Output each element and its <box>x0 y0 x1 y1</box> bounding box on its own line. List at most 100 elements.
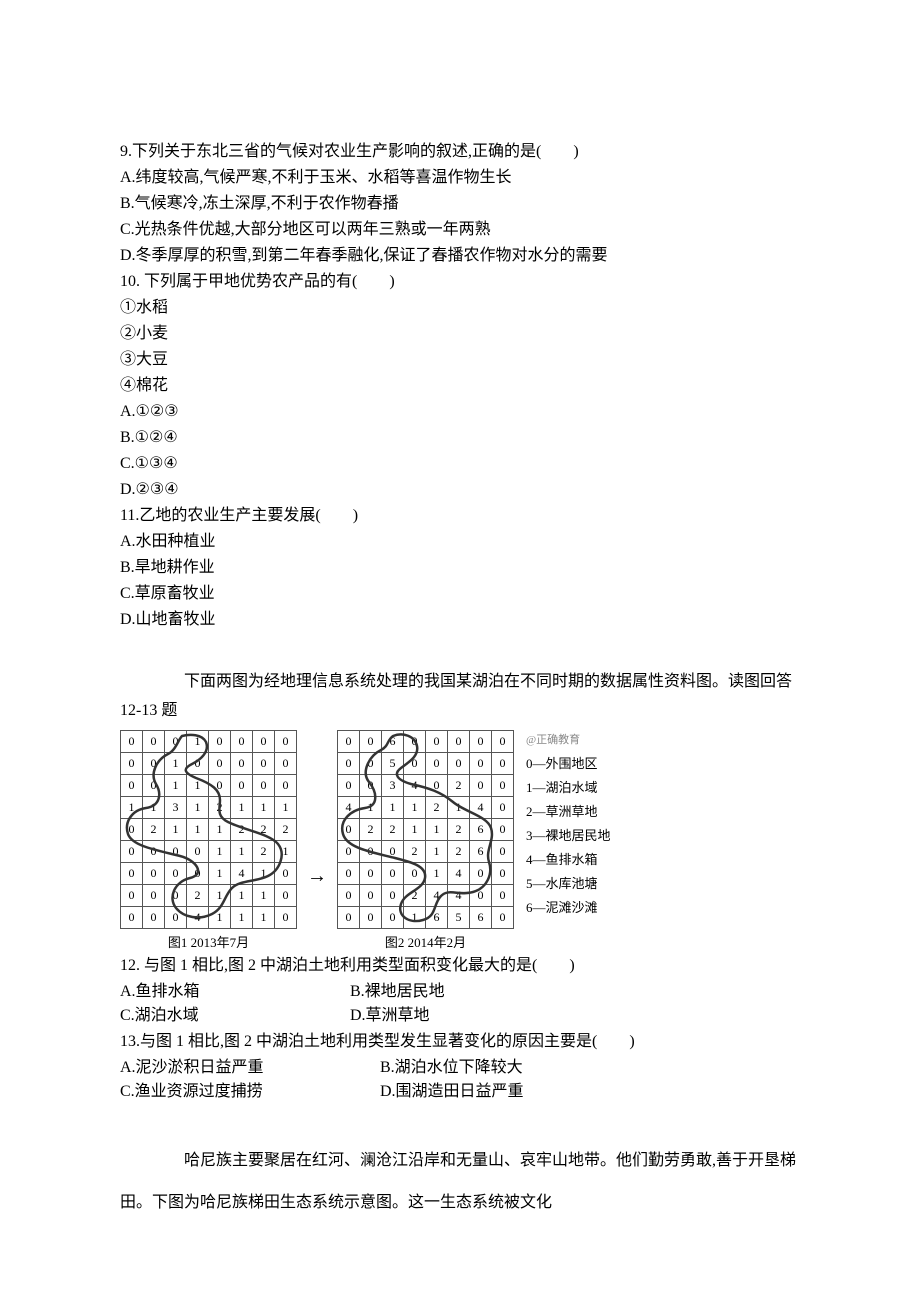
grid-cell: 2 <box>404 840 426 862</box>
watermark-text: @正确教育 <box>526 730 611 750</box>
grid-cell: 0 <box>275 774 297 796</box>
grid-cell: 1 <box>165 752 187 774</box>
grid-cell: 1 <box>231 796 253 818</box>
figure-legend: @正确教育 0—外围地区 1—湖泊水域 2—草洲草地 3—裸地居民地 4—鱼排水… <box>526 730 611 921</box>
grid-cell: 1 <box>187 774 209 796</box>
grid-cell: 4 <box>470 796 492 818</box>
grid-cell: 0 <box>253 730 275 752</box>
grid-cell: 4 <box>338 796 360 818</box>
grid-cell: 0 <box>275 752 297 774</box>
grid-cell: 0 <box>209 730 231 752</box>
question-12: 12. 与图 1 相比,图 2 中湖泊土地利用类型面积变化最大的是( ) A.鱼… <box>120 954 800 1028</box>
grid-cell: 1 <box>209 862 231 884</box>
grid-cell: 1 <box>143 796 165 818</box>
grid-cell: 2 <box>360 818 382 840</box>
grid-cell: 0 <box>426 730 448 752</box>
q11-option-c: C.草原畜牧业 <box>120 582 800 606</box>
grid-cell: 0 <box>165 906 187 928</box>
grid-cell: 0 <box>209 774 231 796</box>
grid-cell: 1 <box>275 796 297 818</box>
grid-cell: 0 <box>165 862 187 884</box>
grid-cell: 0 <box>492 774 514 796</box>
grid-cell: 0 <box>492 906 514 928</box>
grid-cell: 0 <box>426 752 448 774</box>
q10-item-4: ④棉花 <box>120 374 800 398</box>
grid-cell: 0 <box>470 862 492 884</box>
legend-3: 3—裸地居民地 <box>526 824 611 848</box>
grid-cell: 2 <box>253 840 275 862</box>
q11-option-d: D.山地畜牧业 <box>120 608 800 632</box>
question-10: 10. 下列属于甲地优势农产品的有( ) ①水稻 ②小麦 ③大豆 ④棉花 A.①… <box>120 270 800 502</box>
grid-cell: 5 <box>382 752 404 774</box>
figure-1-grid: 0001000000100000001100001131211102111222… <box>120 730 297 929</box>
grid-cell: 1 <box>404 818 426 840</box>
grid-cell: 0 <box>426 774 448 796</box>
q9-stem: 9.下列关于东北三省的气候对农业生产影响的叙述,正确的是( ) <box>120 140 800 164</box>
figure-1-col: 0001000000100000001100001131211102111222… <box>120 730 297 953</box>
grid-cell: 6 <box>382 730 404 752</box>
grid-cell: 1 <box>426 840 448 862</box>
grid-cell: 6 <box>470 818 492 840</box>
grid-cell: 0 <box>275 862 297 884</box>
q13-option-b: B.湖泊水位下降较大 <box>380 1056 523 1080</box>
grid-cell: 1 <box>382 796 404 818</box>
grid-cell: 0 <box>121 818 143 840</box>
grid-cell: 2 <box>448 818 470 840</box>
grid-cell: 1 <box>253 884 275 906</box>
grid-cell: 1 <box>426 818 448 840</box>
q10-item-2: ②小麦 <box>120 322 800 346</box>
grid-cell: 0 <box>492 818 514 840</box>
q12-option-d: D.草洲草地 <box>350 1004 430 1028</box>
q9-option-a: A.纬度较高,气候严寒,不利于玉米、水稻等喜温作物生长 <box>120 166 800 190</box>
intro-12-13-text: 下面两图为经地理信息系统处理的我国某湖泊在不同时期的数据属性资料图。读图回答 1… <box>120 673 792 719</box>
q11-option-a: A.水田种植业 <box>120 530 800 554</box>
grid-cell: 1 <box>187 818 209 840</box>
grid-cell: 2 <box>209 796 231 818</box>
question-9: 9.下列关于东北三省的气候对农业生产影响的叙述,正确的是( ) A.纬度较高,气… <box>120 140 800 268</box>
grid-cell: 0 <box>143 840 165 862</box>
q13-option-c: C.渔业资源过度捕捞 <box>120 1080 380 1104</box>
grid-cell: 0 <box>165 730 187 752</box>
grid-cell: 0 <box>360 730 382 752</box>
grid-cell: 0 <box>231 752 253 774</box>
grid-cell: 0 <box>492 796 514 818</box>
grid-cell: 0 <box>143 730 165 752</box>
grid-cell: 4 <box>187 906 209 928</box>
q10-option-b: B.①②④ <box>120 426 800 450</box>
figure-1-caption: 图1 2013年7月 <box>168 933 249 953</box>
grid-cell: 0 <box>404 730 426 752</box>
grid-cell: 0 <box>187 862 209 884</box>
grid-cell: 2 <box>448 774 470 796</box>
figure-2-grid: 0060000000500000003402004111214002211260… <box>337 730 514 929</box>
q10-stem: 10. 下列属于甲地优势农产品的有( ) <box>120 270 800 294</box>
grid-cell: 2 <box>382 818 404 840</box>
grid-cell: 1 <box>253 796 275 818</box>
grid-cell: 0 <box>338 730 360 752</box>
grid-cell: 0 <box>360 884 382 906</box>
grid-cell: 0 <box>187 752 209 774</box>
grid-cell: 0 <box>404 752 426 774</box>
grid-cell: 0 <box>209 752 231 774</box>
grid-cell: 2 <box>404 884 426 906</box>
grid-cell: 1 <box>187 730 209 752</box>
q13-option-d: D.围湖造田日益严重 <box>380 1080 524 1104</box>
grid-cell: 0 <box>121 906 143 928</box>
grid-cell: 0 <box>253 752 275 774</box>
grid-cell: 0 <box>121 752 143 774</box>
q12-stem: 12. 与图 1 相比,图 2 中湖泊土地利用类型面积变化最大的是( ) <box>120 954 800 978</box>
grid-cell: 0 <box>121 884 143 906</box>
grid-cell: 6 <box>470 906 492 928</box>
grid-cell: 2 <box>448 840 470 862</box>
grid-cell: 0 <box>360 774 382 796</box>
grid-cell: 0 <box>338 774 360 796</box>
grid-cell: 0 <box>492 752 514 774</box>
grid-cell: 3 <box>382 774 404 796</box>
grid-cell: 0 <box>338 752 360 774</box>
grid-cell: 2 <box>253 818 275 840</box>
q10-option-d: D.②③④ <box>120 478 800 502</box>
gis-figure: 0001000000100000001100001131211102111222… <box>120 730 800 953</box>
q9-option-c: C.光热条件优越,大部分地区可以两年三熟或一年两熟 <box>120 218 800 242</box>
q9-option-d: D.冬季厚厚的积雪,到第二年春季融化,保证了春播农作物对水分的需要 <box>120 244 800 268</box>
grid-cell: 1 <box>121 796 143 818</box>
grid-cell: 5 <box>448 906 470 928</box>
